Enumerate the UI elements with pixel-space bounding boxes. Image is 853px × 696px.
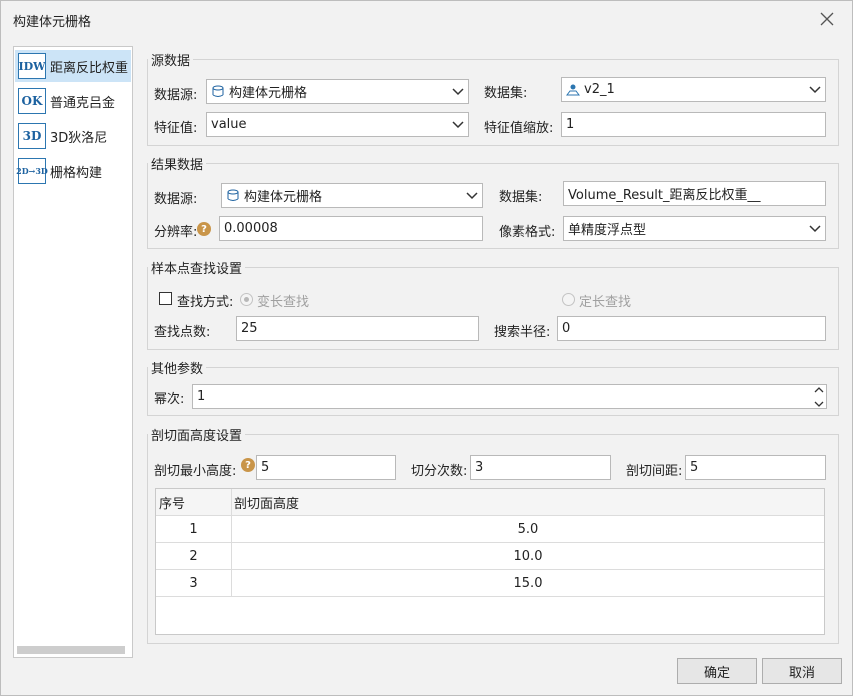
variable-length-label: 变长查找	[257, 295, 310, 310]
source-scale-input[interactable]: 1	[561, 112, 826, 137]
database-icon	[212, 85, 224, 97]
other-params-title: 其他参数	[148, 358, 207, 377]
search-radius-input[interactable]: 0	[557, 316, 826, 341]
nav-item-label: 普通克吕金	[50, 95, 116, 111]
result-dataset-input[interactable]: Volume_Result_距离反比权重__	[563, 181, 826, 206]
result-pixel-select[interactable]: 单精度浮点型	[563, 216, 826, 241]
section-interval-input[interactable]: 5	[685, 455, 826, 480]
result-dataset-label: 数据集:	[499, 190, 543, 205]
power-spinner[interactable]: 1	[192, 384, 827, 409]
result-resolution-label: 分辨率:	[154, 225, 198, 240]
table-row[interactable]: 2 10.0	[156, 543, 824, 570]
nav-item-label: 栅格构建	[50, 165, 103, 181]
search-radius-value: 0	[562, 321, 571, 336]
source-datasource-select[interactable]: 构建体元栅格	[206, 79, 469, 104]
source-dataset-select[interactable]: v2_1	[561, 77, 826, 102]
window-title: 构建体元栅格	[13, 15, 92, 30]
column-header-index[interactable]: 序号	[156, 489, 231, 516]
section-count-label: 切分次数:	[411, 464, 468, 479]
section-min-value: 5	[261, 460, 270, 475]
nav-item-label: 3D狄洛尼	[50, 130, 108, 146]
search-count-label: 查找点数:	[154, 325, 211, 340]
chevron-down-icon[interactable]	[814, 401, 824, 408]
chevron-up-icon[interactable]	[814, 386, 824, 393]
help-icon[interactable]: ?	[241, 458, 255, 472]
idw-icon: IDW	[18, 53, 46, 79]
close-icon	[820, 12, 834, 26]
result-dataset-value: Volume_Result_距离反比权重__	[568, 188, 761, 203]
database-icon	[227, 189, 239, 201]
spinner-arrows[interactable]	[814, 386, 824, 408]
nav-item-delaunay[interactable]: 3D 3D狄洛尼	[15, 120, 131, 152]
result-resolution-value: 0.00008	[224, 221, 278, 236]
kriging-icon: OK	[18, 88, 46, 114]
method-list: IDW 距离反比权重 OK 普通克吕金 3D 3D狄洛尼 2D→3D 栅格构建	[13, 46, 133, 658]
help-icon[interactable]: ?	[197, 222, 211, 236]
row-index: 3	[189, 575, 198, 591]
source-dataset-value: v2_1	[584, 82, 615, 97]
result-datasource-value: 构建体元栅格	[244, 190, 323, 205]
result-datasource-select[interactable]: 构建体元栅格	[221, 183, 483, 208]
row-height: 15.0	[513, 575, 543, 591]
source-scale-label: 特征值缩放:	[484, 121, 554, 136]
nav-item-grid-build[interactable]: 2D→3D 栅格构建	[15, 155, 131, 187]
close-button[interactable]	[817, 9, 837, 29]
table-header: 序号 剖切面高度	[156, 489, 824, 516]
chevron-down-icon	[809, 85, 821, 93]
result-data-title: 结果数据	[148, 154, 207, 173]
sample-search-title: 样本点查找设置	[148, 258, 246, 277]
search-count-value: 25	[241, 321, 258, 336]
section-interval-label: 剖切间距:	[626, 464, 683, 479]
result-resolution-input[interactable]: 0.00008	[219, 216, 483, 241]
row-height: 5.0	[517, 521, 539, 537]
search-count-input[interactable]: 25	[236, 316, 479, 341]
section-count-input[interactable]: 3	[470, 455, 611, 480]
result-pixel-value: 单精度浮点型	[568, 223, 647, 238]
nav-item-idw[interactable]: IDW 距离反比权重	[15, 50, 131, 82]
fixed-length-label: 定长查找	[579, 295, 632, 310]
variable-length-radio[interactable]	[240, 293, 253, 306]
grid-2d-to-3d-icon: 2D→3D	[16, 158, 48, 184]
source-field-select[interactable]: value	[206, 112, 469, 137]
source-datasource-label: 数据源:	[154, 88, 198, 103]
chevron-down-icon	[452, 120, 464, 128]
section-count-value: 3	[475, 460, 484, 475]
dialog-window: 构建体元栅格 IDW 距离反比权重 OK 普通克吕金 3D 3D狄洛尼 2D→3…	[0, 0, 853, 696]
section-min-input[interactable]: 5	[256, 455, 396, 480]
cancel-button[interactable]: 取消	[762, 658, 842, 684]
row-index: 2	[189, 548, 198, 564]
column-header-height[interactable]: 剖切面高度	[231, 489, 824, 516]
section-height-title: 剖切面高度设置	[148, 425, 246, 444]
chevron-down-icon	[809, 224, 821, 232]
table-row[interactable]: 3 15.0	[156, 570, 824, 597]
nav-item-kriging[interactable]: OK 普通克吕金	[15, 85, 131, 117]
source-dataset-label: 数据集:	[484, 86, 528, 101]
search-radius-label: 搜索半径:	[494, 325, 551, 340]
row-index: 1	[189, 521, 198, 537]
nav-item-label: 距离反比权重	[50, 60, 129, 76]
source-data-title: 源数据	[148, 50, 194, 69]
table-row[interactable]: 1 5.0	[156, 516, 824, 543]
power-value: 1	[197, 389, 206, 404]
result-pixel-label: 像素格式:	[499, 225, 556, 240]
row-height: 10.0	[513, 548, 543, 564]
source-scale-value: 1	[566, 117, 575, 132]
source-field-label: 特征值:	[154, 121, 198, 136]
section-table: 序号 剖切面高度 1 5.0 2 10.0 3 15.0	[155, 488, 825, 635]
source-field-value: value	[211, 117, 247, 132]
delaunay-3d-icon: 3D	[18, 123, 46, 149]
power-label: 幂次:	[154, 392, 185, 407]
result-datasource-label: 数据源:	[154, 192, 198, 207]
chevron-down-icon	[452, 87, 464, 95]
source-datasource-value: 构建体元栅格	[229, 86, 308, 101]
section-interval-value: 5	[690, 460, 699, 475]
chevron-down-icon	[466, 191, 478, 199]
ok-button[interactable]: 确定	[677, 658, 757, 684]
section-min-label: 剖切最小高度:	[154, 464, 237, 479]
search-mode-label: 查找方式:	[177, 295, 234, 310]
dataset-icon	[566, 84, 580, 95]
search-mode-checkbox[interactable]	[159, 292, 172, 305]
horizontal-scrollbar[interactable]	[17, 646, 125, 654]
fixed-length-radio[interactable]	[562, 293, 575, 306]
